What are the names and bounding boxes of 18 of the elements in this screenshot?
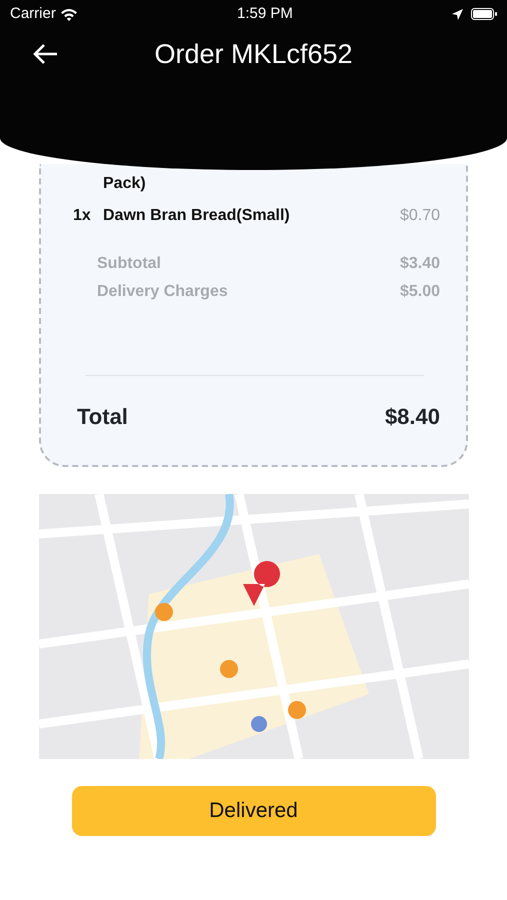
battery-icon (471, 8, 497, 20)
total-value: $8.40 (384, 403, 440, 431)
charge-value: $3.40 (400, 254, 440, 274)
delivered-status-button[interactable]: Delivered (72, 786, 436, 836)
location-icon (452, 8, 463, 20)
item-quantity: 1x (73, 206, 92, 226)
clock: 1:59 PM (236, 4, 293, 24)
total-label: Total (77, 403, 128, 431)
item-name: Dawn Bran Bread(Small) (103, 206, 291, 226)
charge-label: Subtotal (97, 254, 161, 274)
back-icon[interactable] (32, 43, 58, 65)
page-title: Order MKLcf652 (154, 38, 353, 71)
item-name: Pack) (103, 174, 147, 194)
charge-label: Delivery Charges (97, 282, 228, 302)
charge-value: $5.00 (400, 282, 440, 302)
item-price: $0.70 (400, 206, 440, 226)
carrier-label: Carrier (10, 4, 56, 24)
wifi-icon (60, 8, 78, 20)
